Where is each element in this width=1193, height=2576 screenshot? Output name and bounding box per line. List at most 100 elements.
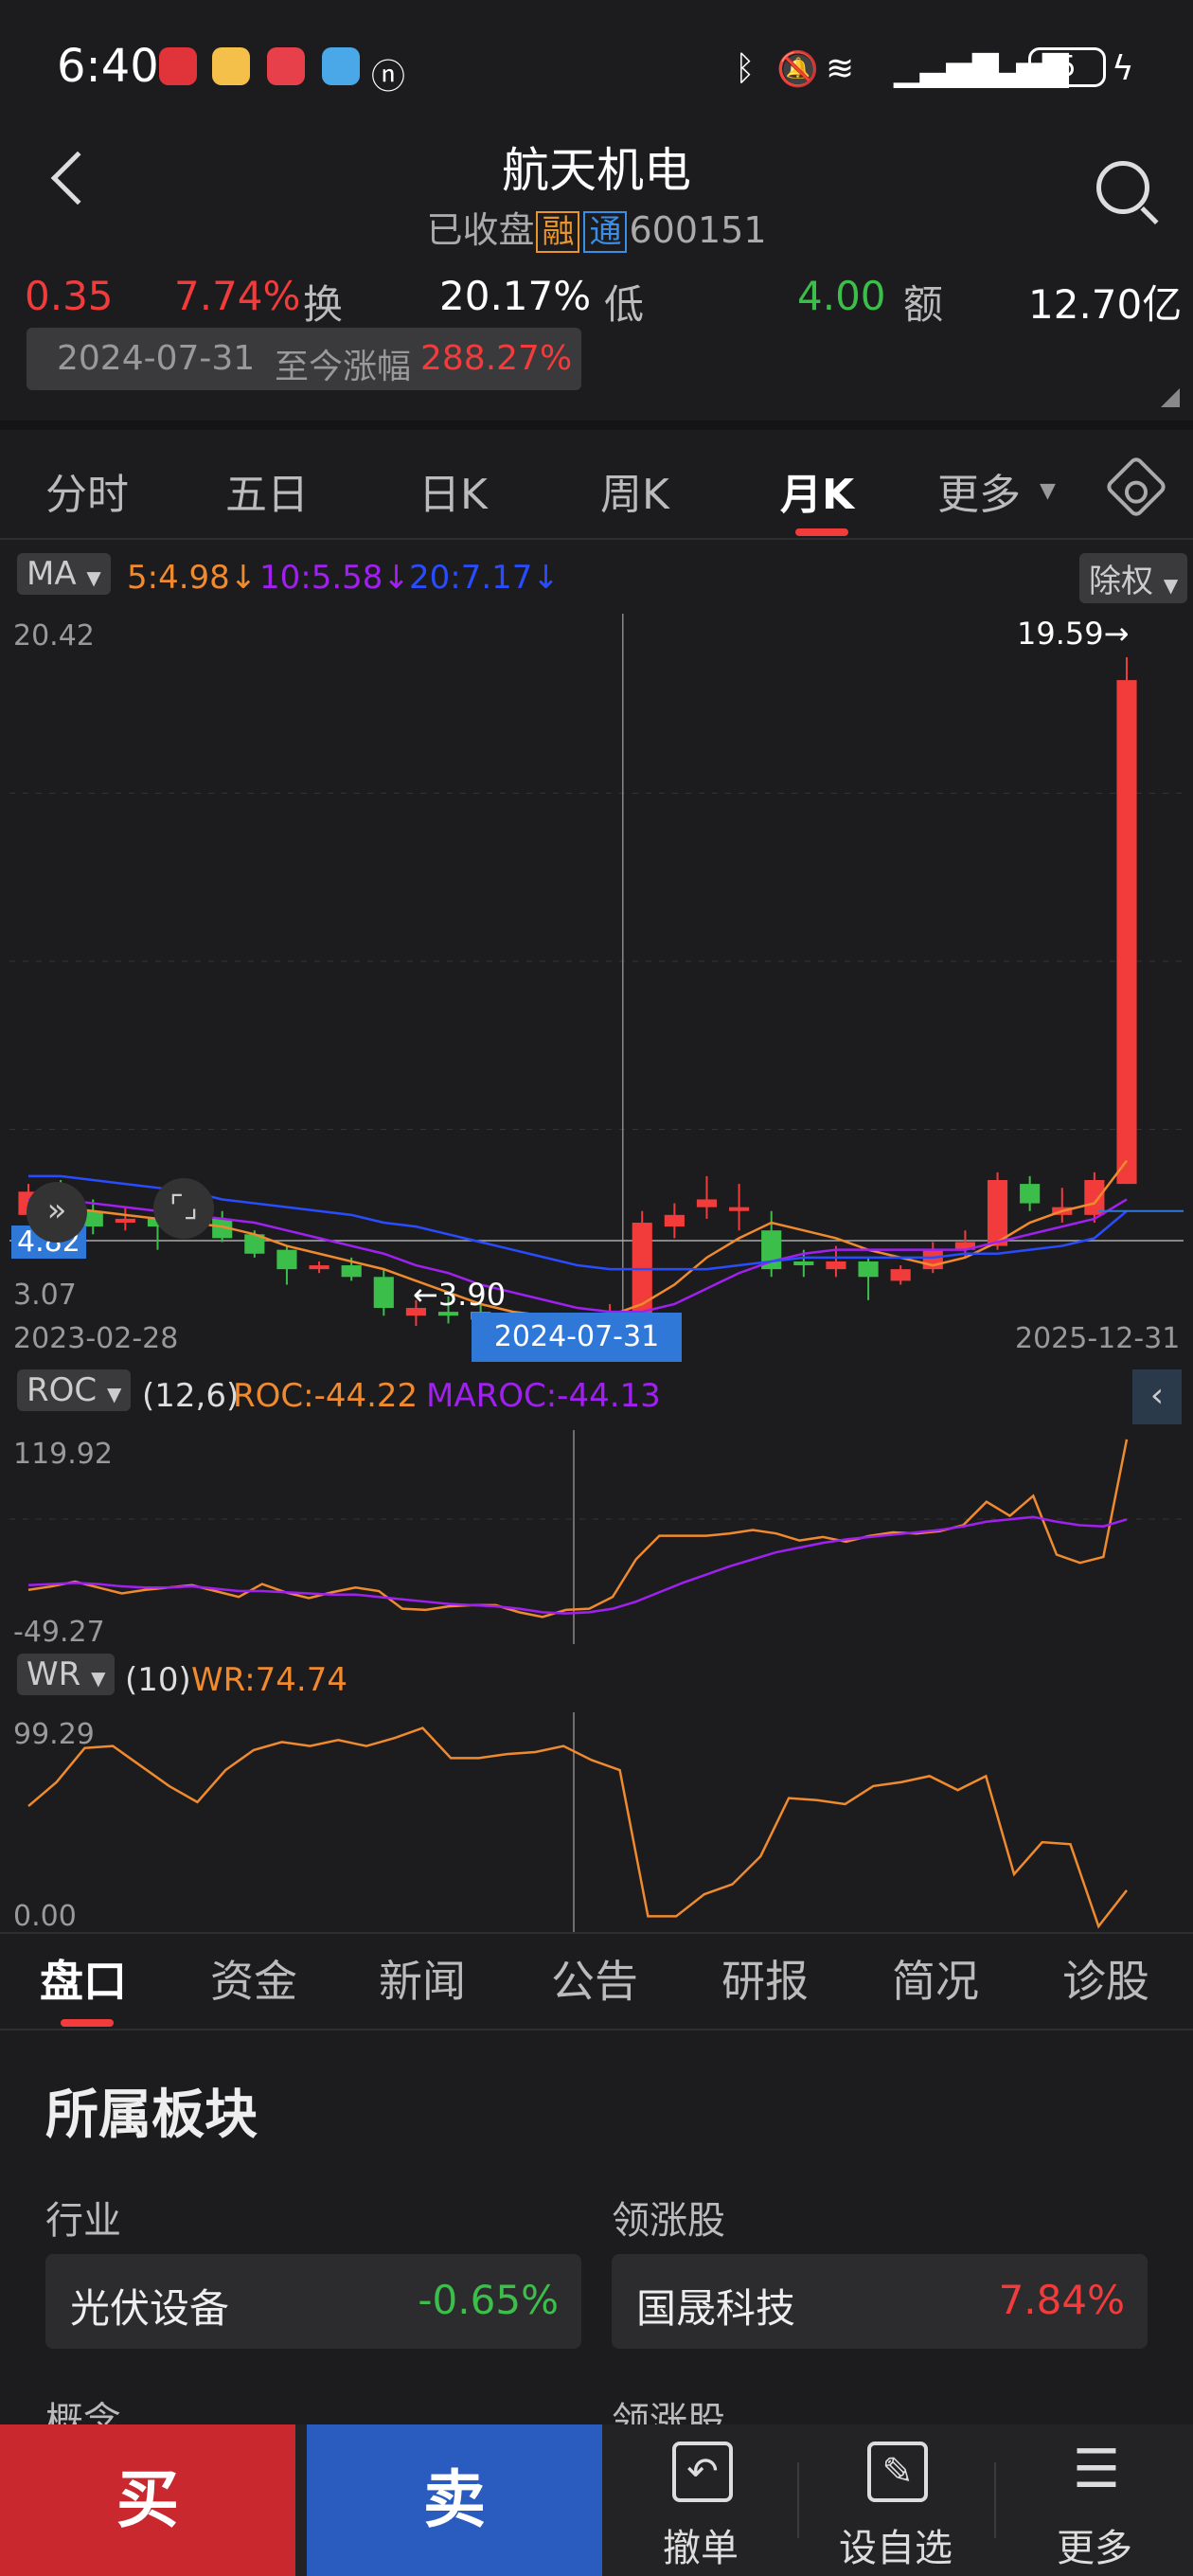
expand-corner-icon[interactable] [1161,388,1180,407]
connect-tag: 通 [583,211,628,253]
candle-body [341,1265,362,1278]
tab-daily-k[interactable]: 日K [418,460,488,521]
wr-chip-label: WR [27,1655,81,1693]
range-date: 2024-07-31 [57,339,256,378]
wr-line [27,1726,1128,1929]
wr-chart [27,1712,1128,1932]
tab-monthly-k[interactable]: 月K [780,460,854,521]
search-icon[interactable] [1096,161,1149,214]
roc-value: ROC:-44.22 [233,1377,418,1415]
weibo-app-icon [212,47,250,85]
amount-value: 12.70亿 [1028,281,1183,328]
wr-axis-bottom: 0.00 [13,1900,77,1933]
active-tab-indicator [795,528,848,536]
adjust-dropdown-icon: ▼ [1163,574,1179,597]
industry-card[interactable]: 光伏设备 -0.65% [45,2254,581,2349]
main-axis-top: 20.42 [13,619,95,653]
industry-label: 行业 [45,2199,121,2243]
ma20-value: 20:7.17↓ [409,559,560,597]
buy-button[interactable]: 买 [0,2424,295,2576]
tab-weekly-k[interactable]: 周K [600,460,669,521]
cancel-order-label: 撤单 [663,2527,739,2570]
range-change-box[interactable]: 2024-07-31 至今涨幅 288.27% [27,328,581,390]
candle-body [115,1218,135,1224]
collapse-panel-icon[interactable]: ‹ [1132,1369,1182,1424]
roc-dropdown-icon: ▼ [106,1383,122,1405]
battery-level: 5 [1058,50,1077,83]
ma5-value: 5:4.98↓ [127,559,258,597]
tab-funds[interactable]: 资金 [210,1947,297,2010]
ma-selector[interactable]: MA ▼ [17,553,111,595]
chart-bottom-divider [0,1932,1193,1934]
cancel-order-icon: ↶ [672,2442,733,2502]
fullscreen-icon[interactable]: ⌜⌟ [153,1178,214,1239]
section-divider [0,420,1193,430]
ma10-value: 10:5.58↓ [259,559,410,597]
turnover-label: 换 [303,281,344,328]
tabs-divider [0,538,1193,540]
roc-line [27,1439,1129,1619]
tab-news[interactable]: 新闻 [379,1947,466,2010]
adjust-selector[interactable]: 除权 ▼ [1079,553,1188,603]
range-pct: 288.27% [420,339,573,378]
tab-profile[interactable]: 简况 [892,1947,979,2010]
candle-body [729,1207,750,1211]
status-time: 6:40 [57,40,159,93]
candle-body [826,1261,846,1270]
candle-body [664,1214,685,1227]
industry-name: 光伏设备 [70,2285,230,2332]
price-change-pct: 7.74% [174,273,301,319]
tab-more[interactable]: 更多 [937,460,1021,521]
mute-bell-icon: 🔕 [776,50,819,89]
candle-body [309,1265,329,1270]
low-value: 4.00 [797,273,886,319]
bluetooth-icon: ᛒ [735,49,756,88]
browser-app-icon [322,47,360,85]
add-watchlist-button[interactable]: ✎ 设自选 [801,2424,990,2576]
margin-tag: 融 [536,211,580,253]
add-watchlist-label: 设自选 [839,2527,953,2570]
settings-icon[interactable] [1104,455,1168,519]
detail-tab-indicator [61,2019,114,2027]
roc-selector[interactable]: ROC ▼ [17,1369,132,1411]
tab-diagnosis[interactable]: 诊股 [1062,1947,1149,2010]
candle-body [987,1180,1008,1246]
tab-handicap[interactable]: 盘口 [40,1947,127,2010]
more-actions-button[interactable]: ☰ 更多 [1000,2424,1189,2576]
roc-params: (12,6) [142,1377,240,1415]
red-app-icon [267,47,305,85]
roc-axis-top: 119.92 [13,1438,113,1471]
market-state: 已收盘 [426,209,535,251]
low-label: 低 [604,281,645,328]
cursor-date-tag: 2024-07-31 [472,1313,682,1362]
tab-research[interactable]: 研报 [721,1947,809,2010]
leader-card[interactable]: 国晟科技 7.84% [612,2254,1148,2349]
candle-body [373,1277,394,1309]
sector-title: 所属板块 [45,2084,258,2146]
cancel-order-button[interactable]: ↶ 撤单 [606,2424,795,2576]
ma-dropdown-icon: ▼ [86,566,101,589]
charging-icon: ϟ [1112,49,1134,88]
huawei-app-icon [159,47,197,85]
candle-body [1116,680,1137,1185]
candle-body [793,1261,814,1266]
low-marker: ←3.90 [413,1277,507,1313]
menu-icon: ☰ [1072,2439,1121,2500]
wr-selector[interactable]: WR ▼ [17,1654,116,1695]
more-actions-label: 更多 [1057,2527,1132,2570]
expand-left-icon[interactable]: » [27,1182,87,1243]
sell-button[interactable]: 卖 [307,2424,602,2576]
battery-icon: 5 [1028,47,1106,87]
date-left: 2023-02-28 [13,1322,179,1355]
tab-five-day[interactable]: 五日 [225,460,309,521]
stock-subtitle: 已收盘融通 600151 [0,201,1193,253]
candle-body [858,1261,879,1278]
tab-announcements[interactable]: 公告 [551,1947,638,2010]
roc-chip-label: ROC [27,1371,98,1409]
turnover-value: 20.17% [439,273,592,319]
wr-value: WR:74.74 [191,1661,347,1699]
tab-intraday[interactable]: 分时 [45,460,129,521]
candle-body [1084,1180,1105,1215]
ma-chip-label: MA [27,555,77,593]
candle-body [696,1199,718,1208]
